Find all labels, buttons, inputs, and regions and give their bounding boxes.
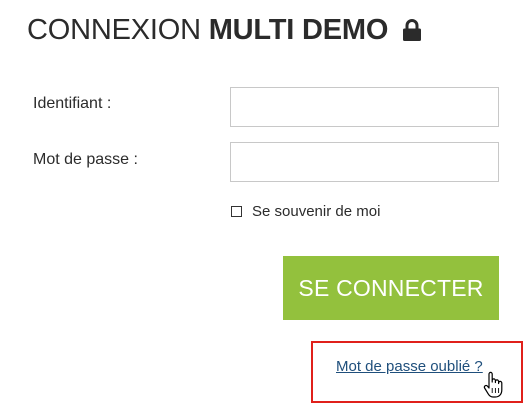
remember-me-checkbox[interactable] (231, 206, 242, 217)
page-title: CONNEXION MULTI DEMO (27, 14, 422, 49)
remember-me-option[interactable]: Se souvenir de moi (231, 203, 380, 220)
remember-me-label: Se souvenir de moi (252, 203, 381, 220)
password-label: Mot de passe : (33, 151, 138, 168)
lock-icon (402, 16, 422, 49)
page-title-bold: MULTI DEMO (208, 14, 389, 46)
page-title-regular: CONNEXION (27, 14, 201, 46)
username-label: Identifiant : (33, 95, 112, 112)
hand-pointer-icon (483, 371, 505, 399)
username-input[interactable] (230, 87, 499, 127)
login-button[interactable]: SE CONNECTER (283, 256, 499, 320)
forgot-password-link[interactable]: Mot de passe oublié ? (336, 358, 483, 375)
password-input[interactable] (230, 142, 499, 182)
